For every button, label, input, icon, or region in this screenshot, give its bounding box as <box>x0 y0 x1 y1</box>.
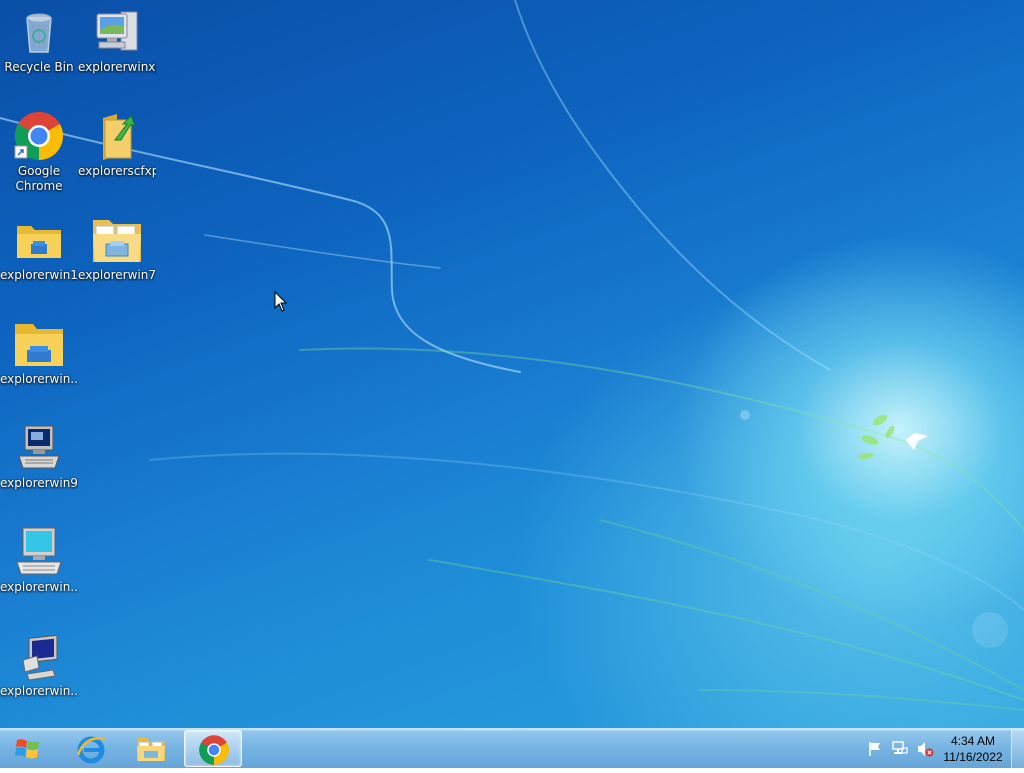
desktop-icon-label: explorerwinxp <box>78 60 156 74</box>
desktop-icon-label: explorerwin... <box>0 580 78 594</box>
file-explorer-icon <box>137 738 165 761</box>
show-desktop-button[interactable] <box>1011 729 1024 769</box>
desktop-icon-label: explorerwin95 <box>0 476 78 490</box>
computer-crt-icon <box>13 526 65 578</box>
computer-monitor-icon <box>13 630 65 682</box>
mouse-cursor-icon <box>274 291 288 312</box>
desktop[interactable]: Recycle Bin Google Chrome explorerwin10 … <box>0 0 1024 728</box>
computer-xp-icon <box>91 6 143 58</box>
start-button[interactable] <box>0 729 58 769</box>
taskbar-file-explorer-button[interactable] <box>122 730 180 767</box>
folder-arrow-icon <box>91 110 143 162</box>
desktop-icon-explorerwinxp[interactable]: explorerwinxp <box>78 2 156 75</box>
folder-win7-icon <box>91 214 143 266</box>
chrome-icon <box>199 735 229 765</box>
taskbar-chrome-button[interactable] <box>184 730 242 767</box>
desktop-icon-label: explorerwin... <box>0 372 78 386</box>
desktop-icon-explorerwin-a[interactable]: explorerwin... <box>0 314 78 387</box>
desktop-icon-recycle-bin[interactable]: Recycle Bin <box>0 2 78 75</box>
desktop-icon-label: explorerscfxp <box>78 164 156 178</box>
desktop-icon-label: Recycle Bin <box>4 60 74 74</box>
desktop-icon-google-chrome[interactable]: Google Chrome <box>0 106 78 194</box>
computer-95-icon <box>13 422 65 474</box>
desktop-icon-label: Google Chrome <box>15 164 63 193</box>
network-icon[interactable] <box>891 740 909 758</box>
taskbar: 4:34 AM 11/16/2022 <box>0 728 1024 769</box>
recycle-bin-icon <box>13 6 65 58</box>
desktop-icon-explorerwin-c[interactable]: explorerwin... <box>0 626 78 699</box>
taskbar-clock[interactable]: 4:34 AM 11/16/2022 <box>930 733 1016 765</box>
desktop-icon-label: explorerwin10 <box>0 268 78 282</box>
windows-logo-icon <box>15 739 39 759</box>
clock-date: 11/16/2022 <box>943 750 1003 764</box>
clock-time: 4:34 AM <box>950 734 996 748</box>
desktop-icon-label: explorerwin7 <box>78 268 156 282</box>
desktop-icon-explorerwin10[interactable]: explorerwin10 <box>0 210 78 283</box>
desktop-icon-label: explorerwin... <box>0 684 78 698</box>
action-center-flag-icon[interactable] <box>866 740 884 758</box>
desktop-icon-explorerwin-b[interactable]: explorerwin... <box>0 522 78 595</box>
chrome-icon <box>13 110 65 162</box>
folder-win10-icon <box>13 318 65 370</box>
desktop-icon-explorerwin95[interactable]: explorerwin95 <box>0 418 78 491</box>
desktop-icon-explorerscfxp[interactable]: explorerscfxp <box>78 106 156 179</box>
folder-win10-icon <box>13 214 65 266</box>
internet-explorer-icon <box>76 736 106 764</box>
taskbar-internet-explorer-button[interactable] <box>62 730 120 767</box>
desktop-icon-explorerwin7[interactable]: explorerwin7 <box>78 210 156 283</box>
